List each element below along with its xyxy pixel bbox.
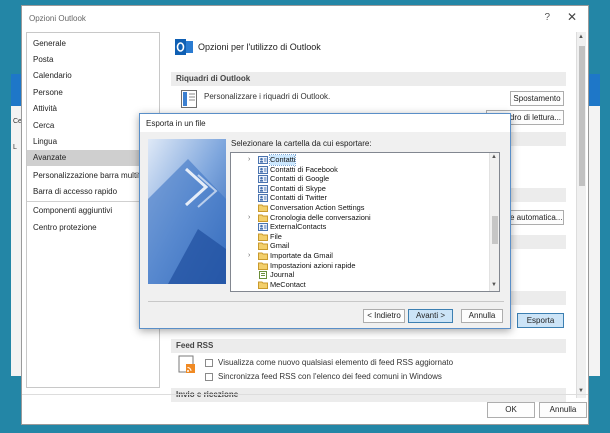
tree-item-label: Conversation Action Settings (270, 203, 365, 212)
tree-item-label: File (270, 231, 282, 241)
folder-icon (258, 262, 268, 270)
tree-item[interactable]: Gmail (231, 241, 489, 251)
tree-scroll-down-icon[interactable]: ▼ (491, 282, 497, 288)
tree-item-label: Contatti (268, 154, 297, 166)
scroll-thumb[interactable] (579, 46, 585, 186)
folder-icon (258, 242, 268, 251)
spostamento-button[interactable]: Spostamento (510, 91, 564, 106)
tree-item[interactable]: Contatti di Skype (231, 184, 489, 194)
tree-item[interactable]: Contatti di Facebook (231, 165, 489, 175)
contacts-icon (258, 223, 268, 232)
tree-item[interactable]: File (231, 232, 489, 242)
tree-item[interactable]: MeContact (231, 280, 489, 290)
tree-item-label: Journal (270, 270, 295, 280)
annulla-button[interactable]: Annulla (539, 402, 587, 418)
nav-item-calendario[interactable]: Calendario (27, 68, 159, 84)
section-feed-rss: Feed RSS (171, 339, 566, 353)
options-footer: OK Annulla (22, 394, 588, 424)
contacts-icon (258, 175, 268, 184)
panes-icon (181, 90, 197, 108)
folder-icon (258, 281, 268, 289)
feed-option2-checkbox[interactable] (205, 373, 213, 381)
tree-item-label: MeContact (270, 279, 306, 289)
export-dialog-title: Esporta in un file (146, 119, 206, 128)
tree-item-label: Importate da Gmail (270, 251, 333, 260)
options-title-bar: Opzioni Outlook ? ✕ (22, 6, 588, 30)
tree-item-label: Contatti di Skype (270, 183, 326, 193)
tree-scrollbar[interactable]: ▲ ▼ (489, 153, 499, 291)
folder-icon (258, 233, 268, 241)
background-app-panel-right (588, 106, 600, 376)
riquadri-description: Personalizzare i riquadri di Outlook. (204, 92, 331, 101)
tree-item-label: Contatti di Google (270, 174, 330, 184)
folder-icon (258, 214, 268, 222)
folder-tree[interactable]: › Contatti Contatti di Facebook Contatti di… (230, 152, 500, 292)
next-button[interactable]: Avanti > (408, 309, 453, 323)
folder-icon (258, 252, 268, 260)
tree-item[interactable]: Contatti di Google (231, 174, 489, 184)
options-window-title: Opzioni Outlook (29, 14, 86, 23)
tree-item[interactable]: ExternalContacts (231, 222, 489, 232)
rss-feed-icon (178, 355, 195, 373)
tree-scroll-thumb[interactable] (492, 216, 498, 244)
export-cancel-button[interactable]: Annulla (461, 309, 503, 323)
tree-item[interactable]: Conversation Action Settings (231, 203, 489, 213)
close-icon[interactable]: ✕ (567, 10, 577, 24)
expand-arrow-icon[interactable]: › (248, 213, 250, 223)
folder-icon (258, 204, 268, 212)
tree-item[interactable]: › Contatti (231, 154, 489, 166)
tree-item-label: Cronologia delle conversazioni (270, 212, 371, 222)
tree-item-label: ExternalContacts (270, 222, 327, 232)
export-dialog: Esporta in un file Selezionare la cartel… (139, 113, 511, 329)
export-separator (148, 301, 504, 302)
expand-arrow-icon[interactable]: › (248, 155, 250, 165)
feed-option1-label: Visualizza come nuovo qualsiasi elemento… (218, 358, 454, 367)
feed-option1-checkbox[interactable] (205, 359, 213, 367)
tree-item[interactable]: › Cronologia delle conversazioni (231, 213, 489, 223)
background-app-bar-right (588, 74, 600, 106)
feed-option2-label: Sincronizza feed RSS con l'elenco dei fe… (218, 372, 442, 381)
scroll-up-icon[interactable]: ▲ (578, 34, 584, 40)
back-button[interactable]: < Indietro (363, 309, 405, 323)
contacts-icon (258, 194, 268, 203)
section-riquadri: Riquadri di Outlook (171, 72, 566, 86)
outlook-logo-icon (175, 39, 193, 55)
tree-item[interactable]: Impostazioni azioni rapide (231, 261, 489, 271)
background-fragment-2: L (13, 144, 17, 151)
nav-item-generale[interactable]: Generale (27, 36, 159, 52)
page-title: Opzioni per l'utilizzo di Outlook (198, 42, 321, 52)
export-title-bar: Esporta in un file (140, 114, 510, 132)
wizard-art-icon (148, 139, 226, 284)
expand-arrow-icon[interactable]: › (248, 251, 250, 261)
automatica-button[interactable]: e automatica... (507, 210, 564, 225)
contacts-icon (258, 165, 268, 174)
contacts-icon (258, 184, 268, 193)
tree-item[interactable]: Contatti di Twitter (231, 193, 489, 203)
contacts-icon (258, 156, 268, 164)
tree-item-label: Contatti di Facebook (270, 164, 338, 174)
tree-item[interactable]: › Importate da Gmail (231, 251, 489, 261)
esporta-button[interactable]: Esporta (517, 313, 564, 328)
tree-scroll-up-icon[interactable]: ▲ (491, 154, 497, 160)
options-scrollbar[interactable]: ▲ ▼ (576, 32, 586, 398)
tree-item-label: Contatti di Twitter (270, 193, 327, 203)
tree-item-label: Gmail (270, 241, 290, 251)
tree-item[interactable]: Journal (231, 270, 489, 280)
help-icon[interactable]: ? (544, 12, 550, 23)
ok-button[interactable]: OK (487, 402, 535, 418)
export-prompt: Selezionare la cartella da cui esportare… (231, 139, 372, 148)
tree-item-label: Impostazioni azioni rapide (270, 260, 356, 270)
journal-icon (258, 271, 268, 280)
nav-item-posta[interactable]: Posta (27, 52, 159, 68)
nav-item-persone[interactable]: Persone (27, 85, 159, 101)
